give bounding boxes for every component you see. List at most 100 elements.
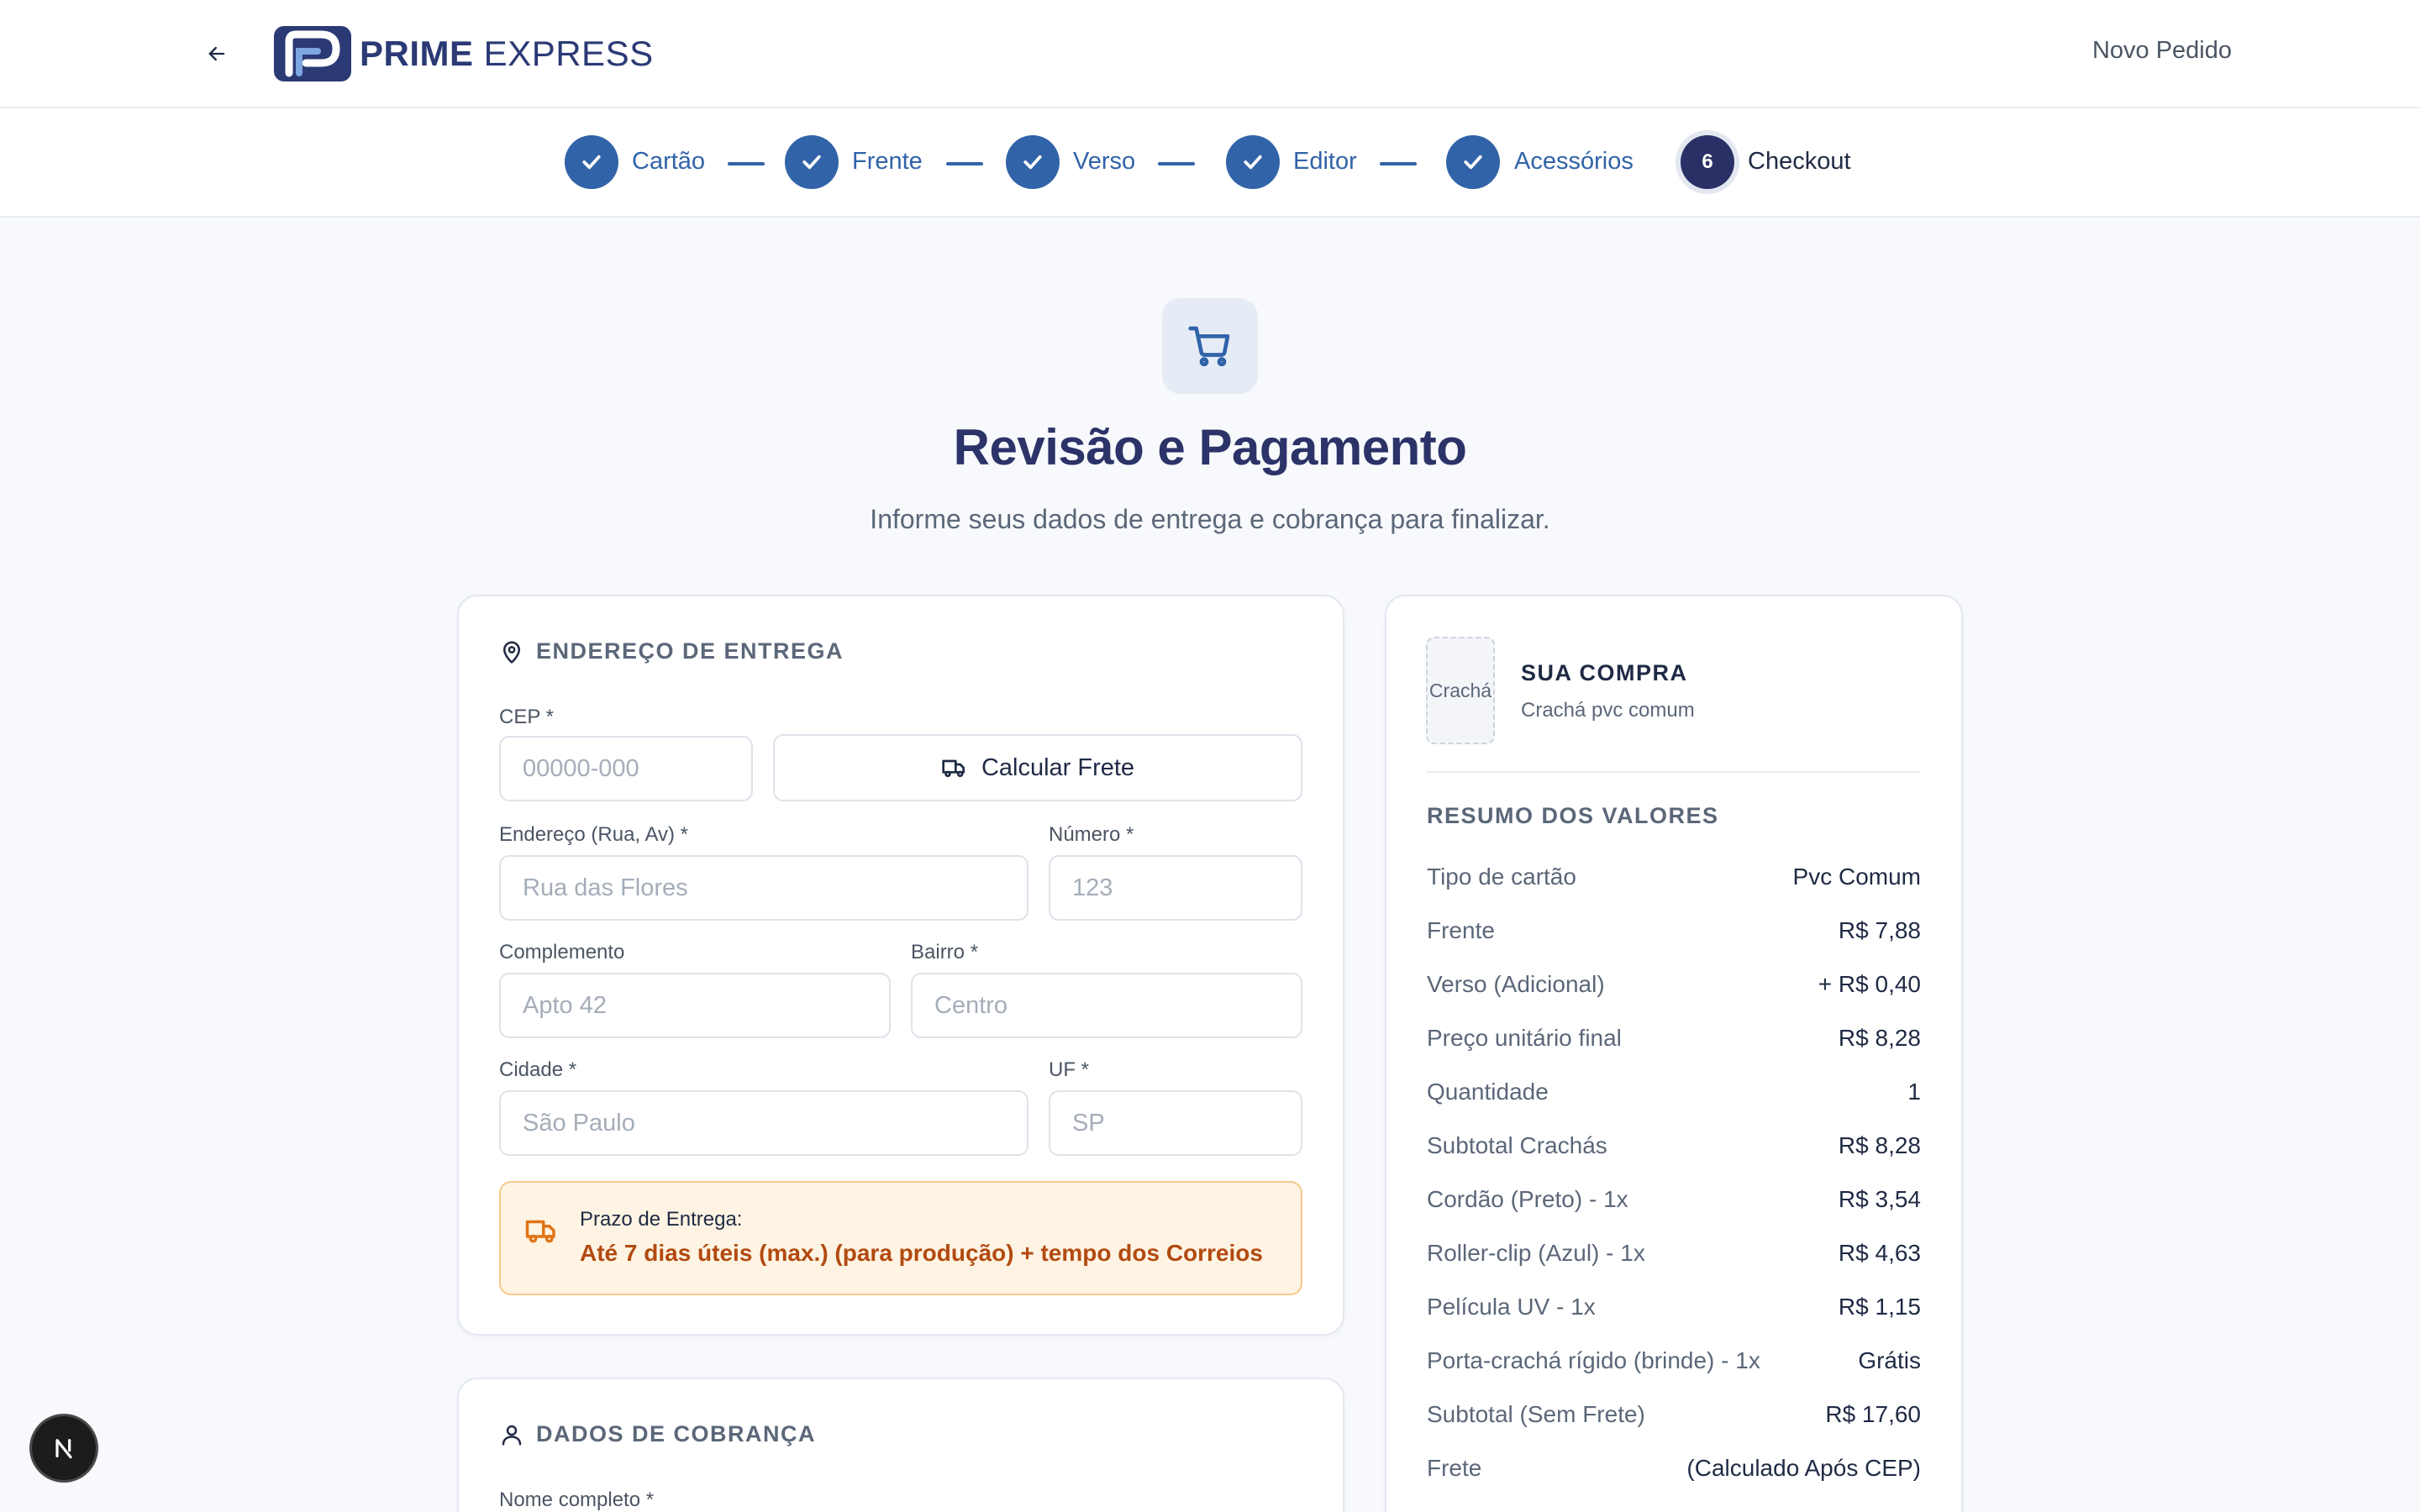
step-label-acessorios[interactable]: Acessórios [1514,148,1634,176]
summary-row-label: Subtotal (Sem Frete) [1427,1401,1645,1427]
truck-icon [525,1220,555,1243]
summary-row: Frete (Calculado Após CEP) [1427,1452,1921,1485]
badge-thumbnail: Crachá [1426,637,1495,744]
district-label: Bairro * [911,941,979,963]
district-input[interactable] [911,973,1302,1038]
check-icon [1464,155,1482,170]
step-connector [728,162,765,165]
step-connector [1380,162,1417,165]
step-label-verso[interactable]: Verso [1073,148,1135,176]
brand-logo[interactable]: PRIME EXPRESS [274,25,654,82]
summary-row-label: Quantidade [1427,1079,1549,1105]
step-label-editor[interactable]: Editor [1293,148,1357,176]
street-input[interactable] [499,855,1028,921]
summary-row-value: R$ 8,28 [1838,1132,1921,1158]
billing-heading: DADOS DE COBRANÇA [499,1421,816,1447]
summary-row-label: Preço unitário final [1427,1025,1622,1051]
step-label-frente[interactable]: Frente [852,148,923,176]
summary-row-label: Tipo de cartão [1427,864,1576,890]
nextjs-dev-indicator-button[interactable] [32,1416,96,1480]
step-3-check[interactable] [1006,135,1060,189]
check-icon [582,155,601,170]
delivery-address-heading-text: ENDEREÇO DE ENTREGA [536,638,844,664]
full-name-label: Nome completo * [499,1488,655,1511]
summary-row-value: + R$ 0,40 [1818,971,1921,997]
arrow-left-icon [208,46,225,61]
summary-row-value: R$ 7,88 [1838,917,1921,943]
step-label-checkout[interactable]: Checkout [1748,148,1851,176]
check-icon [1244,155,1262,170]
summary-row-value: R$ 17,60 [1825,1401,1921,1427]
complement-label: Complemento [499,941,625,963]
summary-row: Película UV - 1x R$ 1,15 [1427,1290,1921,1324]
summary-row-label: Subtotal Crachás [1427,1132,1607,1158]
nextjs-logo-icon [55,1439,72,1459]
calculate-shipping-button[interactable]: Calcular Frete [773,734,1302,801]
summary-row-label: Frente [1427,917,1495,943]
page-title: Revisão e Pagamento [953,419,1467,475]
summary-row-value: Grátis [1858,1347,1921,1373]
back-button[interactable] [198,37,235,71]
step-4-check[interactable] [1226,135,1280,189]
summary-row-value: R$ 3,54 [1838,1186,1921,1212]
summary-row-label: Roller-clip (Azul) - 1x [1427,1240,1645,1266]
user-icon [502,1425,522,1445]
delivery-address-heading: ENDEREÇO DE ENTREGA [499,638,844,664]
state-input[interactable] [1049,1090,1302,1156]
billing-heading-text: DADOS DE COBRANÇA [536,1421,817,1446]
summary-row-value: R$ 1,15 [1838,1294,1921,1320]
summary-row: Verso (Adicional) + R$ 0,40 [1427,968,1921,1001]
number-input[interactable] [1049,855,1302,921]
summary-row-label: Verso (Adicional) [1427,971,1605,997]
summary-divider [1427,771,1921,773]
cep-input[interactable] [499,736,753,801]
state-label: UF * [1049,1058,1089,1081]
summary-row: Subtotal Crachás R$ 8,28 [1427,1129,1921,1163]
cep-label: CEP * [499,706,554,728]
step-6-number[interactable]: 6 [1681,135,1734,189]
map-pin-icon [503,641,520,664]
summary-row: Tipo de cartão Pvc Comum [1427,860,1921,894]
summary-title: SUA COMPRA [1521,660,1688,685]
summary-row-label: Película UV - 1x [1427,1294,1596,1320]
step-connector [1158,162,1195,165]
step-1-check[interactable] [565,135,618,189]
checkout-stepper [0,108,2420,218]
brand-name: PRIME EXPRESS [360,34,654,73]
summary-row: Preço unitário final R$ 8,28 [1427,1021,1921,1055]
summary-row: Porta-crachá rígido (brinde) - 1x Grátis [1427,1344,1921,1378]
summary-row-value: R$ 8,28 [1838,1025,1921,1051]
summary-row-value: (Calculado Após CEP) [1686,1455,1921,1481]
delivery-time-notice: Prazo de Entrega: Até 7 dias úteis (max.… [499,1181,1302,1295]
summary-row-label: Cordão (Preto) - 1x [1427,1186,1628,1212]
complement-input[interactable] [499,973,891,1038]
summary-row-value: 1 [1907,1079,1921,1105]
step-5-check[interactable] [1446,135,1500,189]
summary-row: Quantidade 1 [1427,1075,1921,1109]
new-order-link[interactable]: Novo Pedido [2092,37,2232,65]
summary-row: Cordão (Preto) - 1x R$ 3,54 [1427,1183,1921,1216]
shopping-cart-icon [1188,326,1230,367]
city-input[interactable] [499,1090,1028,1156]
summary-row: Roller-clip (Azul) - 1x R$ 4,63 [1427,1236,1921,1270]
calculate-shipping-label: Calcular Frete [981,753,1135,781]
check-icon [1023,155,1042,170]
city-label: Cidade * [499,1058,577,1081]
values-summary-heading: RESUMO DOS VALORES [1427,803,1719,828]
page-subtitle: Informe seus dados de entrega e cobrança… [870,504,1550,534]
app-header: PRIME EXPRESS Novo Pedido [0,0,2420,108]
summary-row: Subtotal (Sem Frete) R$ 17,60 [1427,1398,1921,1431]
summary-row-label: Porta-crachá rígido (brinde) - 1x [1427,1347,1760,1373]
street-label: Endereço (Rua, Av) * [499,823,689,846]
cart-tile [1162,298,1258,394]
number-label: Número * [1049,823,1134,846]
summary-subtitle: Crachá pvc comum [1521,699,1695,722]
step-connector [946,162,983,165]
step-label-cartao[interactable]: Cartão [632,148,705,176]
summary-row-value: R$ 4,63 [1838,1240,1921,1266]
step-2-check[interactable] [785,135,839,189]
summary-row-label: Frete [1427,1455,1482,1481]
logo-mark-icon [274,26,351,81]
summary-row: Frente R$ 7,88 [1427,914,1921,948]
summary-row-value: Pvc Comum [1792,864,1921,890]
